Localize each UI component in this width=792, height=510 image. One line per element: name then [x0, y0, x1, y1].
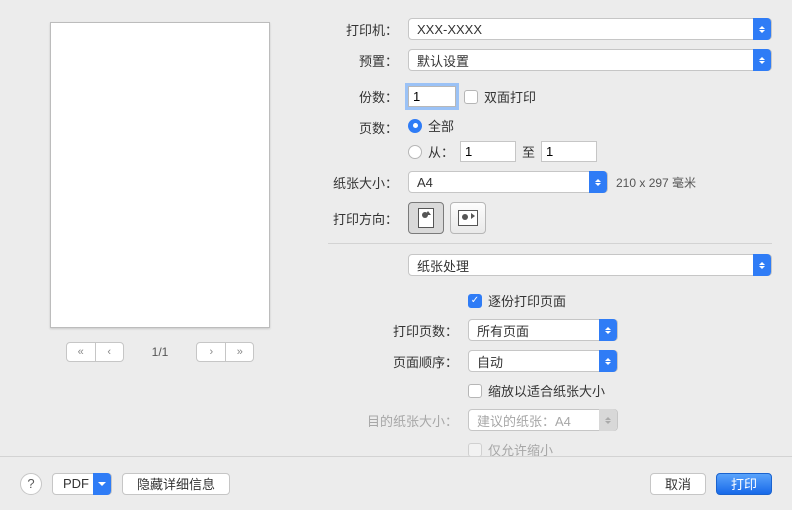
pages-group: 全部 从： 至 — [408, 116, 597, 162]
checkbox-icon — [468, 384, 482, 398]
page-from-input[interactable] — [460, 141, 516, 162]
pdf-menu[interactable]: PDF — [52, 473, 112, 495]
next-page-button[interactable]: › — [197, 343, 225, 361]
printer-label: 打印机： — [328, 20, 398, 39]
copies-label: 份数： — [328, 87, 398, 106]
section-divider — [328, 243, 772, 244]
orientation-portrait-icon — [418, 208, 434, 228]
section-value: 纸张处理 — [417, 256, 469, 275]
paper-size-select[interactable]: A4 — [408, 171, 608, 193]
dropdown-arrows-icon — [589, 171, 607, 193]
dest-paper-size-value: 建议的纸张：A4 — [477, 411, 571, 430]
page-order-value: 自动 — [477, 352, 503, 371]
pages-to-label: 至 — [522, 142, 535, 161]
page-order-label: 页面顺序： — [328, 352, 458, 371]
help-button[interactable]: ? — [20, 473, 42, 495]
page-counter: 1/1 — [152, 345, 169, 359]
help-icon: ? — [27, 476, 34, 491]
orientation-label: 打印方向： — [328, 209, 398, 228]
dropdown-arrows-icon — [753, 18, 771, 40]
preview-column: « ‹ 1/1 › » — [20, 18, 300, 468]
print-button[interactable]: 打印 — [716, 473, 772, 495]
pages-label: 页数： — [328, 116, 398, 137]
nav-fwd-seg: › » — [196, 342, 254, 362]
last-page-button[interactable]: » — [225, 343, 253, 361]
pages-to-print-value: 所有页面 — [477, 321, 529, 340]
dialog-content: « ‹ 1/1 › » 打印机： XXX-XXXX 预置： — [0, 0, 792, 468]
presets-value: 默认设置 — [417, 51, 469, 70]
dropdown-arrows-icon — [599, 409, 617, 431]
pages-range-radio[interactable]: 从： — [408, 142, 454, 161]
paper-size-label: 纸张大小： — [328, 173, 398, 192]
dialog-footer: ? PDF 隐藏详细信息 取消 打印 — [0, 456, 792, 510]
paper-size-note: 210 x 297 毫米 — [616, 174, 696, 191]
radio-icon — [408, 145, 422, 159]
copies-input[interactable] — [408, 86, 456, 107]
checkbox-icon — [464, 90, 478, 104]
dropdown-arrow-icon — [93, 473, 111, 495]
scale-to-fit-label: 缩放以适合纸张大小 — [488, 381, 605, 400]
hide-details-button[interactable]: 隐藏详细信息 — [122, 473, 230, 495]
pages-all-label: 全部 — [428, 116, 454, 135]
page-preview — [50, 22, 270, 328]
form-column: 打印机： XXX-XXXX 预置： 默认设置 份数： 双面 — [328, 18, 772, 468]
presets-select[interactable]: 默认设置 — [408, 49, 772, 71]
presets-label: 预置： — [328, 51, 398, 70]
dropdown-arrows-icon — [599, 319, 617, 341]
pages-to-print-select[interactable]: 所有页面 — [468, 319, 618, 341]
print-dialog: « ‹ 1/1 › » 打印机： XXX-XXXX 预置： — [0, 0, 792, 510]
pages-range-row: 从： 至 — [408, 141, 597, 162]
printer-value: XXX-XXXX — [417, 22, 482, 37]
first-page-button[interactable]: « — [67, 343, 95, 361]
radio-icon — [408, 119, 422, 133]
nav-back-seg: « ‹ — [66, 342, 124, 362]
orientation-portrait-button[interactable] — [408, 202, 444, 234]
dropdown-arrows-icon — [753, 49, 771, 71]
pdf-label: PDF — [63, 476, 89, 491]
collate-checkbox[interactable]: ✓ 逐份打印页面 — [468, 291, 566, 310]
pages-to-print-label: 打印页数： — [328, 321, 458, 340]
collate-label: 逐份打印页面 — [488, 291, 566, 310]
section-select[interactable]: 纸张处理 — [408, 254, 772, 276]
preview-nav: « ‹ 1/1 › » — [66, 342, 255, 362]
paper-size-value: A4 — [417, 175, 433, 190]
orientation-landscape-button[interactable] — [450, 202, 486, 234]
dest-paper-size-select: 建议的纸张：A4 — [468, 409, 618, 431]
duplex-label: 双面打印 — [484, 87, 536, 106]
duplex-checkbox[interactable]: 双面打印 — [464, 87, 536, 106]
checkbox-icon — [468, 443, 482, 457]
cancel-button[interactable]: 取消 — [650, 473, 706, 495]
page-order-select[interactable]: 自动 — [468, 350, 618, 372]
dropdown-arrows-icon — [599, 350, 617, 372]
dropdown-arrows-icon — [753, 254, 771, 276]
prev-page-button[interactable]: ‹ — [95, 343, 123, 361]
print-label: 打印 — [731, 474, 757, 493]
pages-all-radio[interactable]: 全部 — [408, 116, 454, 135]
pages-from-label: 从： — [428, 142, 454, 161]
cancel-label: 取消 — [665, 474, 691, 493]
checkbox-icon: ✓ — [468, 294, 482, 308]
dest-paper-size-label: 目的纸张大小： — [328, 411, 458, 430]
page-to-input[interactable] — [541, 141, 597, 162]
printer-select[interactable]: XXX-XXXX — [408, 18, 772, 40]
orientation-landscape-icon — [458, 210, 478, 226]
scale-to-fit-checkbox[interactable]: 缩放以适合纸张大小 — [468, 381, 605, 400]
hide-details-label: 隐藏详细信息 — [137, 474, 215, 493]
